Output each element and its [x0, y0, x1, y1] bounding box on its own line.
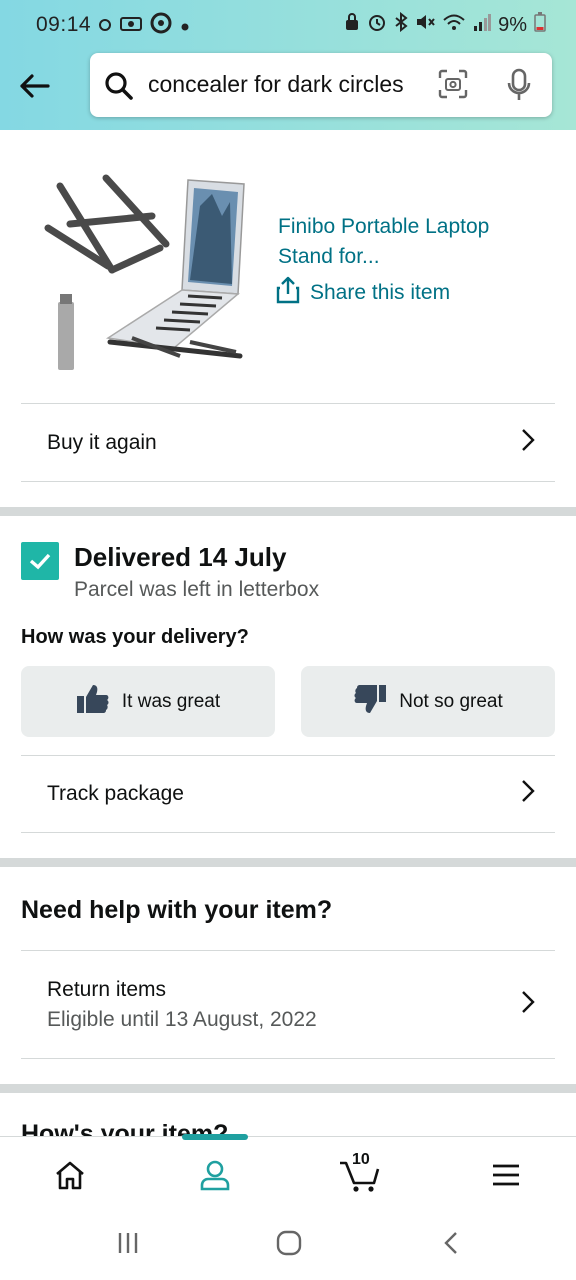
return-items-text: Return items Eligible until 13 August, 2…	[47, 975, 317, 1035]
camera-search-icon[interactable]	[438, 69, 468, 104]
divider	[21, 1058, 555, 1059]
share-icon	[276, 276, 300, 310]
bottom-navigation: 10	[0, 1134, 576, 1209]
menu-tab[interactable]	[486, 1155, 526, 1195]
return-eligibility: Eligible until 13 August, 2022	[47, 1007, 317, 1031]
account-tab[interactable]	[195, 1155, 235, 1195]
buy-it-again-label: Buy it again	[47, 430, 157, 454]
it-was-great-button[interactable]: It was great	[21, 666, 275, 737]
return-items-row[interactable]: Return items Eligible until 13 August, 2…	[21, 951, 555, 1058]
header: 09:14 9% concealer for dark circles	[0, 0, 576, 130]
home-button[interactable]	[276, 1230, 302, 1261]
not-so-great-button[interactable]: Not so great	[301, 666, 555, 737]
section-separator	[0, 1084, 576, 1093]
wifi-icon	[442, 12, 466, 38]
section-separator	[0, 858, 576, 867]
back-arrow-icon	[20, 74, 50, 98]
alarm-icon	[367, 12, 387, 38]
buy-it-again-row[interactable]: Buy it again	[21, 404, 555, 481]
chevron-right-icon	[521, 428, 535, 458]
thumbs-down-icon	[353, 683, 387, 721]
not-so-great-label: Not so great	[399, 690, 503, 712]
system-navigation-bar	[0, 1209, 576, 1280]
lock-icon	[344, 12, 360, 38]
search-icon[interactable]	[104, 71, 134, 106]
microphone-icon[interactable]	[506, 68, 532, 107]
chevron-right-icon	[521, 990, 535, 1020]
it-was-great-label: It was great	[121, 690, 221, 712]
thumbs-up-icon	[76, 683, 110, 721]
home-circle-icon	[276, 1230, 302, 1256]
more-dot-icon	[180, 15, 190, 38]
signal-icon	[473, 12, 492, 38]
return-items-label: Return items	[47, 977, 167, 1001]
share-label: Share this item	[310, 281, 451, 304]
home-tab[interactable]	[50, 1155, 90, 1195]
camera-notification-icon	[120, 15, 142, 38]
back-chevron-icon	[444, 1232, 457, 1254]
battery-icon	[534, 12, 546, 38]
product-image[interactable]	[40, 166, 252, 376]
status-time: 09:14	[36, 13, 92, 36]
delivery-status-title: Delivered 14 July	[74, 542, 287, 572]
recent-apps-icon	[118, 1233, 138, 1253]
status-right-icons: 9%	[344, 11, 546, 38]
help-heading: Need help with your item?	[21, 896, 333, 924]
delivered-check-icon	[21, 542, 59, 580]
product-title-link[interactable]: Finibo Portable Laptop Stand for...	[278, 212, 538, 272]
divider	[21, 832, 555, 833]
cart-count-badge: 10	[352, 1151, 370, 1168]
hamburger-menu-icon	[493, 1164, 519, 1186]
delivery-question: How was your delivery?	[21, 626, 249, 648]
divider	[21, 481, 555, 482]
app-notification-icon	[150, 12, 172, 40]
section-separator	[0, 507, 576, 516]
battery-percent: 9%	[498, 13, 527, 36]
user-icon	[200, 1160, 230, 1191]
back-button[interactable]	[14, 66, 54, 106]
home-icon	[56, 1161, 84, 1190]
active-tab-indicator	[182, 1134, 248, 1140]
system-back-button[interactable]	[442, 1231, 460, 1260]
bluetooth-icon	[394, 11, 408, 38]
share-item-link[interactable]: Share this item	[276, 276, 450, 310]
delivery-note: Parcel was left in letterbox	[74, 578, 320, 601]
search-bar[interactable]: concealer for dark circles	[90, 53, 552, 117]
status-bar: 09:14 9%	[0, 0, 576, 50]
notification-circle-icon	[98, 15, 112, 38]
mute-icon	[415, 12, 435, 38]
chevron-right-icon	[521, 779, 535, 809]
track-package-label: Track package	[47, 782, 184, 805]
search-input[interactable]: concealer for dark circles	[148, 71, 404, 98]
recent-apps-button[interactable]	[116, 1231, 140, 1260]
track-package-row[interactable]: Track package	[21, 756, 555, 832]
status-left-icons	[98, 12, 190, 40]
